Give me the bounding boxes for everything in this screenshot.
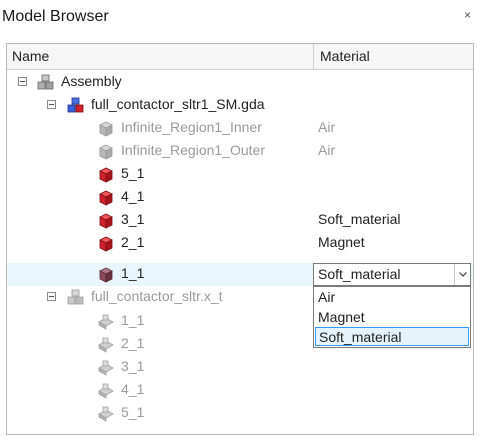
tree-row-region[interactable]: Infinite_Region1_Inner Air: [7, 117, 473, 140]
material-select[interactable]: Soft_material: [313, 263, 471, 286]
part-icon: [98, 360, 114, 376]
region-cube-icon: [99, 144, 113, 160]
tree-row-body[interactable]: 3_1 Soft_material: [7, 209, 473, 232]
column-header-name[interactable]: Name: [12, 48, 49, 64]
assembly-icon: [67, 289, 84, 305]
model-tree[interactable]: Name Material Assembly full_contactor_sl…: [6, 43, 474, 435]
solid-cube-icon: [99, 213, 113, 229]
chevron-down-icon: [459, 272, 467, 277]
column-header-material[interactable]: Material: [320, 48, 370, 64]
collapse-toggle-icon[interactable]: [18, 77, 27, 86]
tree-label: 1_1: [121, 265, 145, 281]
solid-cube-icon: [99, 167, 113, 183]
tree-row-body[interactable]: 2_1 Magnet: [7, 232, 473, 255]
column-divider[interactable]: [313, 44, 314, 69]
tree-label: full_contactor_sltr.x_t: [91, 288, 223, 304]
tree-row-body[interactable]: 4_1: [7, 186, 473, 209]
tree-label: full_contactor_sltr1_SM.gda: [91, 96, 265, 112]
region-cube-icon: [99, 121, 113, 137]
tree-row-part[interactable]: 4_1: [7, 379, 473, 402]
part-icon: [98, 314, 114, 330]
tree-row-part[interactable]: 1_1: [7, 310, 473, 333]
tree-row-assembly[interactable]: Assembly: [7, 71, 473, 94]
tree-row-part[interactable]: 3_1: [7, 356, 473, 379]
collapse-toggle-icon[interactable]: [47, 292, 56, 301]
close-icon[interactable]: ×: [464, 8, 471, 22]
part-file-icon: [67, 97, 84, 113]
tree-label: Infinite_Region1_Outer: [121, 142, 265, 158]
part-icon: [98, 406, 114, 422]
tree-row-region[interactable]: Infinite_Region1_Outer Air: [7, 140, 473, 163]
collapse-toggle-icon[interactable]: [47, 100, 56, 109]
tree-row-part[interactable]: 5_1: [7, 402, 473, 425]
tree-label: 3_1: [121, 358, 145, 374]
tree-label: 1_1: [121, 312, 145, 328]
solid-cube-icon: [99, 267, 113, 283]
tree-label: 2_1: [121, 335, 145, 351]
tree-label: 4_1: [121, 381, 145, 397]
solid-cube-icon: [99, 190, 113, 206]
material-cell[interactable]: Soft_material: [318, 211, 400, 227]
dropdown-button[interactable]: [454, 264, 470, 285]
tree-label: 5_1: [121, 404, 145, 420]
tree-label: 3_1: [121, 211, 145, 227]
material-cell[interactable]: Air: [318, 142, 335, 158]
part-icon: [98, 383, 114, 399]
tree-label: 5_1: [121, 165, 145, 181]
tree-row-file[interactable]: full_contactor_sltr1_SM.gda: [7, 94, 473, 117]
tree-header: Name Material: [7, 44, 473, 70]
material-select-value: Soft_material: [318, 266, 401, 282]
tree-label: Infinite_Region1_Inner: [121, 119, 262, 135]
part-icon: [98, 337, 114, 353]
panel-title: Model Browser: [2, 8, 109, 25]
material-cell[interactable]: Magnet: [318, 234, 365, 250]
tree-label: 4_1: [121, 188, 145, 204]
material-cell[interactable]: Air: [318, 119, 335, 135]
tree-row-file[interactable]: full_contactor_sltr.x_t: [7, 286, 473, 309]
assembly-icon: [37, 74, 54, 90]
solid-cube-icon: [99, 236, 113, 252]
tree-row-body[interactable]: 5_1: [7, 163, 473, 186]
tree-row-part[interactable]: 2_1: [7, 333, 473, 356]
tree-label: 2_1: [121, 234, 145, 250]
tree-label: Assembly: [61, 73, 122, 89]
